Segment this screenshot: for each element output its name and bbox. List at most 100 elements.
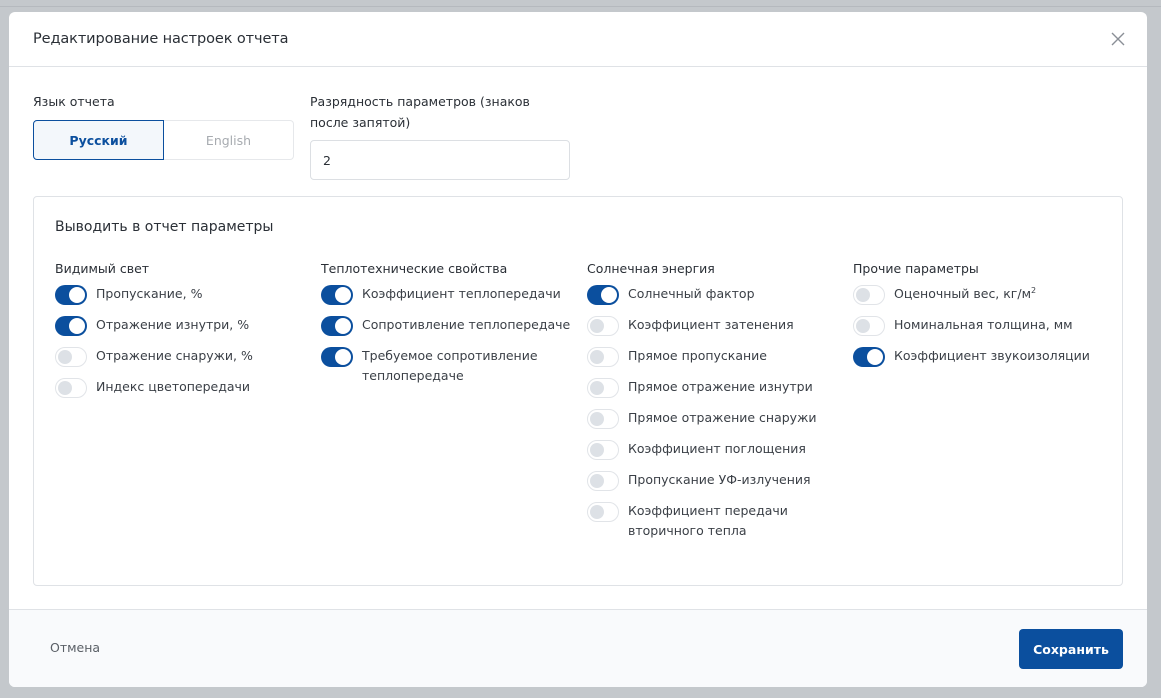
param-item[interactable]: Коэффициент передачи вторичного тепла (587, 501, 847, 541)
param-toggle[interactable] (587, 440, 619, 460)
param-toggle[interactable] (587, 347, 619, 367)
param-label: Коэффициент поглощения (628, 439, 838, 459)
param-group-title: Солнечная энергия (587, 261, 715, 276)
dialog-footer: Отмена Сохранить (9, 609, 1147, 687)
dialog-body: Язык отчета Русский English Разрядность … (9, 67, 1147, 609)
param-label: Прямое отражение изнутри (628, 377, 838, 397)
param-group-solar: Солнечная энергия Солнечный фактор Коэффиц… (587, 258, 847, 551)
param-item[interactable]: Коэффициент звукоизоляции (853, 346, 1113, 367)
param-label: Прямое отражение снаружи (628, 408, 838, 428)
param-item[interactable]: Отражение снаружи, % (55, 346, 315, 367)
param-label-text: Коэффициент затенения (628, 317, 794, 332)
language-option-english[interactable]: English (164, 120, 294, 160)
param-label-text: Солнечный фактор (628, 286, 755, 301)
parameters-title: Выводить в отчет параметры (55, 219, 274, 235)
param-toggle[interactable] (587, 285, 619, 305)
param-toggle[interactable] (55, 285, 87, 305)
param-toggle[interactable] (587, 316, 619, 336)
param-label: Индекс цветопередачи (96, 377, 306, 397)
param-label-text: Индекс цветопередачи (96, 379, 251, 394)
param-toggle[interactable] (587, 471, 619, 491)
param-label-text: Коэффициент звукоизоляции (894, 348, 1090, 363)
param-group-thermal: Теплотехнические свойства Коэффициент теп… (321, 258, 581, 396)
param-label-text: Прямое отражение снаружи (628, 410, 817, 425)
param-toggle[interactable] (587, 502, 619, 522)
close-icon (1111, 32, 1125, 46)
param-group-other: Прочие параметры Оценочный вес, кг/м2 Номи… (853, 258, 1113, 377)
param-item[interactable]: Прямое пропускание (587, 346, 847, 367)
param-toggle[interactable] (55, 316, 87, 336)
param-label-text: Оценочный вес, кг/м (894, 286, 1032, 301)
param-label-text: Требуемое сопротивление теплопередаче (362, 348, 538, 383)
param-label: Номинальная толщина, мм (894, 315, 1104, 335)
param-label: Сопротивление теплопередаче (362, 315, 572, 335)
param-label-text: Пропускание, % (96, 286, 203, 301)
param-label: Коэффициент теплопередачи (362, 284, 572, 304)
settings-dialog: Редактирование настроек отчета Язык отче… (9, 12, 1147, 687)
param-toggle[interactable] (587, 409, 619, 429)
language-option-russian[interactable]: Русский (33, 120, 164, 160)
digits-input[interactable] (310, 140, 570, 180)
param-group-visible-light: Видимый свет Пропускание, % Отражение изну… (55, 258, 315, 408)
param-label-text: Прямое пропускание (628, 348, 767, 363)
param-item[interactable]: Номинальная толщина, мм (853, 315, 1113, 336)
param-item[interactable]: Пропускание УФ-излучения (587, 470, 847, 491)
parameters-panel: Выводить в отчет параметры Видимый свет П… (33, 196, 1123, 586)
param-label: Отражение изнутри, % (96, 315, 306, 335)
param-label: Коэффициент звукоизоляции (894, 346, 1104, 366)
param-toggle[interactable] (853, 347, 885, 367)
param-label: Пропускание, % (96, 284, 306, 304)
param-item[interactable]: Требуемое сопротивление теплопередаче (321, 346, 581, 386)
param-item[interactable]: Коэффициент затенения (587, 315, 847, 336)
dialog-header: Редактирование настроек отчета (9, 12, 1147, 67)
param-label: Коэффициент затенения (628, 315, 838, 335)
language-label: Язык отчета (33, 94, 115, 109)
param-item[interactable]: Индекс цветопередачи (55, 377, 315, 398)
param-item[interactable]: Отражение изнутри, % (55, 315, 315, 336)
param-item[interactable]: Солнечный фактор (587, 284, 847, 305)
param-label-text: Отражение изнутри, % (96, 317, 250, 332)
param-toggle[interactable] (853, 285, 885, 305)
param-label-text: Отражение снаружи, % (96, 348, 253, 363)
param-toggle[interactable] (55, 378, 87, 398)
save-button[interactable]: Сохранить (1019, 629, 1123, 669)
param-item[interactable]: Коэффициент теплопередачи (321, 284, 581, 305)
param-item[interactable]: Сопротивление теплопередаче (321, 315, 581, 336)
digits-label: Разрядность параметров (знаков после зап… (310, 91, 530, 133)
param-toggle[interactable] (321, 285, 353, 305)
cancel-button[interactable]: Отмена (50, 640, 100, 655)
close-button[interactable] (1108, 29, 1128, 49)
param-item[interactable]: Оценочный вес, кг/м2 (853, 284, 1113, 305)
param-item[interactable]: Прямое отражение снаружи (587, 408, 847, 429)
digits-label-line2: после запятой) (310, 115, 411, 130)
param-toggle[interactable] (321, 347, 353, 367)
param-label: Требуемое сопротивление теплопередаче (362, 346, 572, 386)
param-label-text: Номинальная толщина, мм (894, 317, 1073, 332)
param-toggle[interactable] (587, 378, 619, 398)
param-label-superscript: 2 (1031, 285, 1037, 295)
param-label: Отражение снаружи, % (96, 346, 306, 366)
param-label: Солнечный фактор (628, 284, 838, 304)
param-item[interactable]: Коэффициент поглощения (587, 439, 847, 460)
param-label-text: Пропускание УФ-излучения (628, 472, 811, 487)
language-switch: Русский English (33, 120, 294, 160)
param-toggle[interactable] (853, 316, 885, 336)
param-label: Коэффициент передачи вторичного тепла (628, 501, 838, 541)
digits-label-line1: Разрядность параметров (знаков (310, 94, 530, 109)
param-group-title: Прочие параметры (853, 261, 979, 276)
param-label-text: Сопротивление теплопередаче (362, 317, 571, 332)
param-label-text: Коэффициент теплопередачи (362, 286, 561, 301)
param-group-title: Теплотехнические свойства (321, 261, 508, 276)
param-label: Пропускание УФ-излучения (628, 470, 838, 490)
param-toggle[interactable] (55, 347, 87, 367)
param-group-title: Видимый свет (55, 261, 150, 276)
backdrop-top (0, 0, 1161, 7)
param-item[interactable]: Прямое отражение изнутри (587, 377, 847, 398)
dialog-title: Редактирование настроек отчета (33, 31, 289, 47)
param-label: Прямое пропускание (628, 346, 838, 366)
param-label-text: Коэффициент поглощения (628, 441, 806, 456)
param-label-text: Прямое отражение изнутри (628, 379, 813, 394)
param-toggle[interactable] (321, 316, 353, 336)
param-item[interactable]: Пропускание, % (55, 284, 315, 305)
param-label: Оценочный вес, кг/м2 (894, 284, 1104, 304)
